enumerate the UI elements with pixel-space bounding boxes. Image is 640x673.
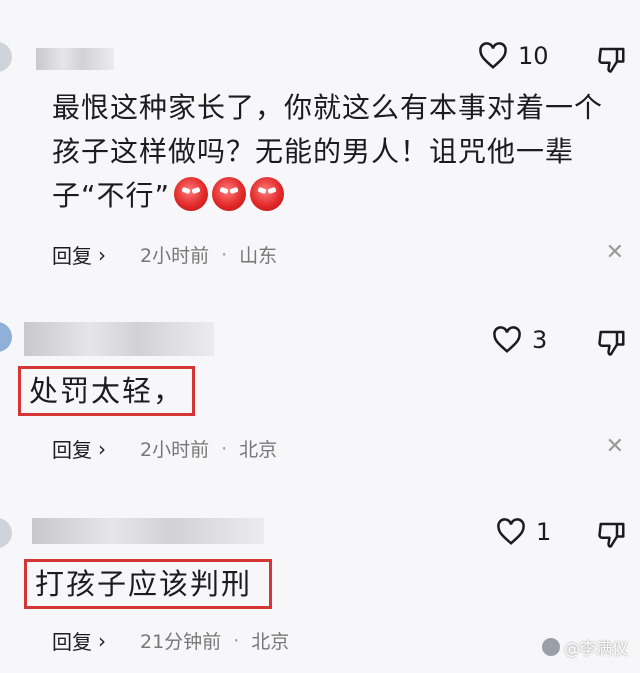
reply-button[interactable]: 回复 › bbox=[52, 626, 106, 655]
like-count: 3 bbox=[532, 326, 548, 354]
username-blurred[interactable] bbox=[36, 48, 114, 70]
heart-icon bbox=[497, 518, 525, 545]
thumbs-down-icon[interactable] bbox=[597, 519, 627, 549]
avatar[interactable] bbox=[0, 322, 12, 352]
username-blurred[interactable] bbox=[32, 518, 264, 544]
comment-text-highlighted: 打孩子应该判刑 bbox=[24, 559, 272, 609]
angry-emoji-icon bbox=[212, 177, 247, 211]
chevron-right-icon: › bbox=[98, 242, 106, 267]
like-count: 1 bbox=[536, 518, 552, 546]
username-blurred[interactable] bbox=[24, 322, 214, 356]
like-button[interactable]: 1 bbox=[496, 518, 551, 546]
comment-meta: 回复 › 2小时前 · 北京 bbox=[52, 434, 277, 463]
angry-emoji-icon bbox=[250, 177, 285, 211]
reply-button[interactable]: 回复 › bbox=[52, 434, 106, 463]
like-button[interactable]: 10 bbox=[478, 42, 549, 70]
comment-meta: 回复 › 2小时前 · 山东 bbox=[52, 240, 277, 269]
watermark-logo-icon bbox=[541, 638, 560, 656]
close-icon[interactable]: ✕ bbox=[606, 434, 624, 459]
chevron-right-icon: › bbox=[98, 628, 106, 653]
thumbs-down-icon[interactable] bbox=[597, 327, 627, 357]
watermark: @李满仪 bbox=[541, 635, 628, 659]
comment-location: 山东 bbox=[239, 245, 278, 267]
heart-icon bbox=[479, 42, 507, 69]
separator: · bbox=[221, 437, 228, 460]
avatar[interactable] bbox=[0, 518, 12, 548]
watermark-text: @李满仪 bbox=[563, 639, 628, 658]
comment-location: 北京 bbox=[239, 439, 278, 461]
comment-meta: 回复 › 21分钟前 · 北京 bbox=[52, 626, 289, 655]
comment-location: 北京 bbox=[251, 631, 290, 653]
avatar[interactable] bbox=[0, 42, 12, 72]
comment-text-highlighted: 处罚太轻， bbox=[18, 366, 196, 416]
close-icon[interactable]: ✕ bbox=[606, 240, 624, 265]
reply-button[interactable]: 回复 › bbox=[52, 240, 106, 269]
angry-emoji-icon bbox=[174, 177, 209, 211]
separator: · bbox=[221, 243, 228, 266]
heart-icon bbox=[493, 326, 521, 353]
chevron-right-icon: › bbox=[98, 436, 106, 461]
separator: · bbox=[233, 629, 240, 652]
comment-time: 2小时前 bbox=[140, 439, 210, 461]
comment-text-content: 最恨这种家长了，你就这么有本事对着一个孩子这样做吗？无能的男人！诅咒他一辈子“不… bbox=[52, 91, 604, 212]
comment-time: 2小时前 bbox=[140, 245, 210, 267]
comment-time: 21分钟前 bbox=[140, 631, 222, 653]
like-count: 10 bbox=[518, 42, 549, 70]
like-button[interactable]: 3 bbox=[492, 326, 547, 354]
comment-text: 最恨这种家长了，你就这么有本事对着一个孩子这样做吗？无能的男人！诅咒他一辈子“不… bbox=[52, 86, 612, 218]
thumbs-down-icon[interactable] bbox=[597, 44, 627, 74]
